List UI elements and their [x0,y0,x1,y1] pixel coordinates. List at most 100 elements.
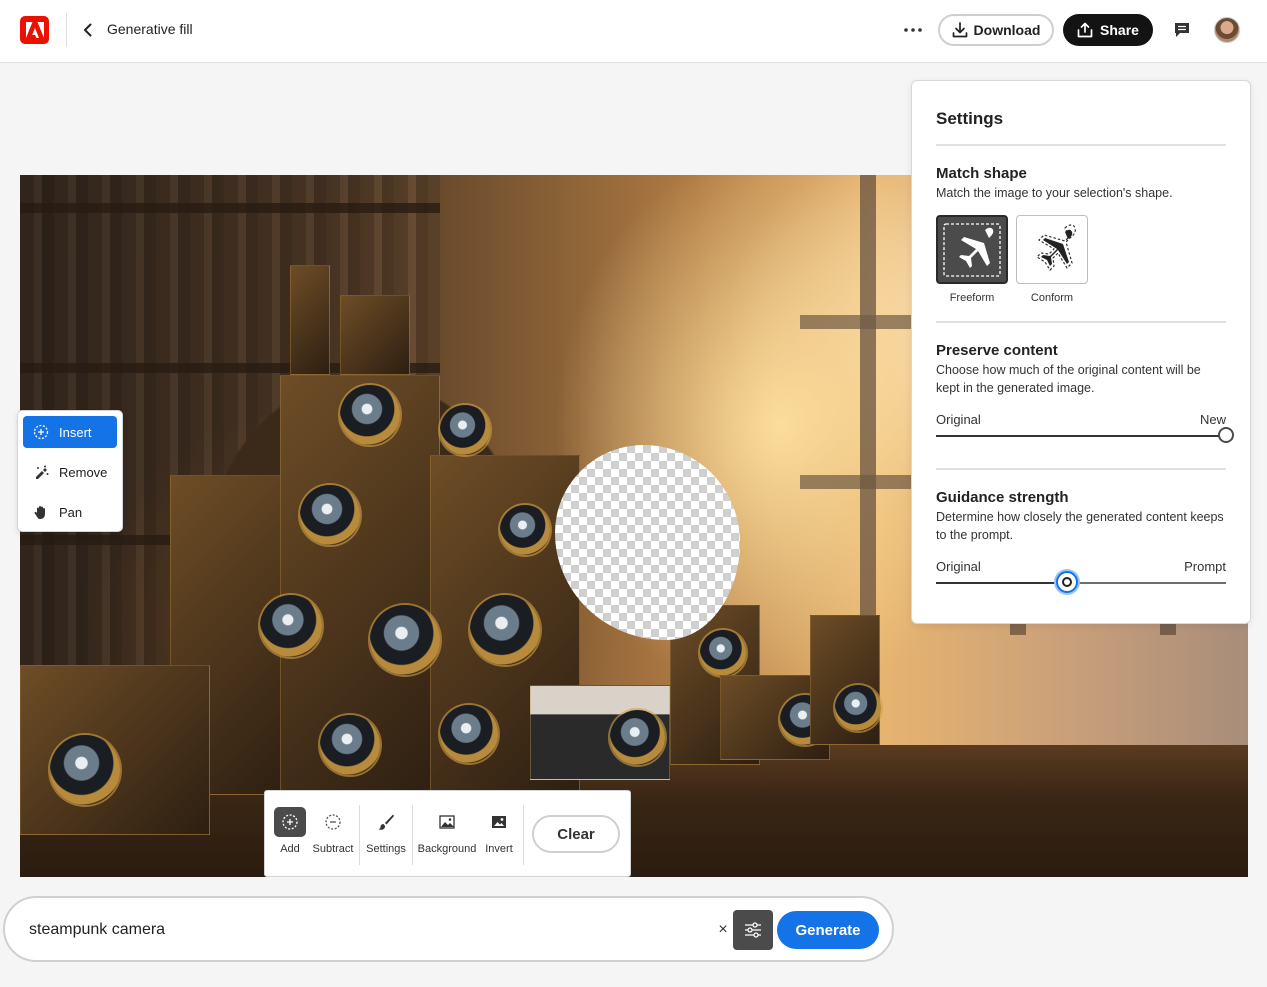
selection-toolbar: Add Subtract Settings Background Invert … [264,790,631,877]
prompt-bar: × Generate [3,896,894,962]
share-icon [1077,22,1093,38]
share-label: Share [1100,22,1139,38]
add-selection-button[interactable]: Add [274,807,306,863]
guidance-strength-heading: Guidance strength [936,489,1069,506]
camera-lens [610,710,665,765]
insert-icon [33,424,49,440]
sliders-icon [745,922,761,938]
invert-label: Invert [485,843,513,855]
brush-settings-button[interactable]: Settings [366,807,406,863]
camera-lens [835,685,881,731]
tool-insert-label: Insert [59,424,92,440]
tool-pan[interactable]: Pan [23,496,117,528]
camera-lens [440,705,498,763]
header-divider [66,13,67,47]
preserve-content-slider-fill [936,435,1226,437]
background-selection-button[interactable]: Background [417,807,477,863]
invert-icon [492,816,506,828]
preserve-content-slider[interactable] [936,427,1234,443]
tool-remove[interactable]: Remove [23,456,117,488]
brush-icon-wrap [370,807,402,837]
conform-option-box [1016,215,1088,284]
divider [936,321,1226,323]
freeform-option[interactable]: Freeform [936,215,1008,304]
camera-body [20,665,210,835]
more-options-button[interactable] [898,18,928,42]
user-avatar[interactable] [1214,17,1240,43]
generate-button[interactable]: Generate [777,911,879,949]
conform-option[interactable]: Conform [1016,215,1088,304]
toolbar-divider [412,805,413,865]
preserve-content-slider-thumb[interactable] [1218,427,1234,443]
tool-menu: Insert Remove Pan [17,410,123,532]
download-label: Download [973,22,1041,38]
subtract-selection-button[interactable]: Subtract [313,807,353,863]
airplane-freeform-icon [943,222,1001,277]
guidance-min-label: Original [936,559,981,574]
camera-lens [320,715,380,775]
toolbar-divider [523,805,524,865]
more-icon [904,28,922,32]
tool-insert[interactable]: Insert [23,416,117,448]
preserve-max-label: New [1199,412,1226,427]
guidance-strength-slider[interactable] [936,571,1226,593]
prompt-input[interactable] [29,916,689,944]
shelf-plank [20,203,440,213]
close-icon: × [718,921,728,938]
subtract-selection-icon [325,814,341,830]
hand-icon [34,506,45,519]
chevron-left-icon [84,23,92,37]
comments-button[interactable] [1170,18,1194,42]
camera-lens [470,595,540,665]
guidance-strength-slider-thumb[interactable] [1055,571,1078,593]
subtract-selection-icon-wrap [317,807,349,837]
freeform-label: Freeform [949,292,995,304]
guidance-strength-slider-fill [936,582,1067,584]
preserve-content-description: Choose how much of the original content … [936,363,1201,395]
preserve-content-heading: Preserve content [936,342,1058,359]
back-button[interactable] [76,18,100,42]
guidance-strength-slider-labels: Original Prompt [936,559,1226,574]
camera-body [290,265,330,375]
prompt-settings-button[interactable] [733,910,773,950]
image-icon [439,815,455,829]
page-title: Generative fill [107,21,193,37]
settings-label: Settings [366,843,406,855]
camera-lens [440,405,490,455]
settings-panel: Settings Match shape Match the image to … [911,80,1251,624]
remove-icon [36,465,49,479]
clear-prompt-button[interactable]: × [711,918,735,942]
background-label: Background [417,843,477,855]
background-icon-wrap [431,807,463,837]
download-icon [952,22,967,38]
brush-icon [378,814,394,830]
guidance-strength-description: Determine how closely the generated cont… [936,510,1224,542]
airplane-conform-icon [1036,223,1076,271]
guidance-max-label: Prompt [1184,559,1226,574]
freeform-option-box [936,215,1008,284]
subtract-label: Subtract [312,843,354,855]
download-button[interactable]: Download [938,14,1054,46]
camera-lens [700,630,746,676]
adobe-logo-icon[interactable] [20,16,49,44]
share-button[interactable]: Share [1063,14,1153,46]
tool-pan-label: Pan [59,504,83,520]
match-shape-description: Match the image to your selection's shap… [936,186,1173,200]
clear-button[interactable]: Clear [532,815,620,853]
match-shape-heading: Match shape [936,165,1027,182]
divider [936,468,1226,470]
camera-lens [340,385,400,445]
invert-selection-button[interactable]: Invert [481,807,517,863]
toolbar-divider [359,805,360,865]
camera-lens [300,485,360,545]
add-label: Add [280,843,300,855]
conform-label: Conform [1030,292,1074,304]
invert-icon-wrap [483,807,515,837]
camera-lens [260,595,322,657]
camera-lens [50,735,120,805]
preserve-content-slider-labels: Original New [936,412,1226,427]
comment-icon [1175,23,1189,37]
divider [936,144,1226,146]
settings-title: Settings [936,109,1004,128]
camera-body [340,295,410,375]
